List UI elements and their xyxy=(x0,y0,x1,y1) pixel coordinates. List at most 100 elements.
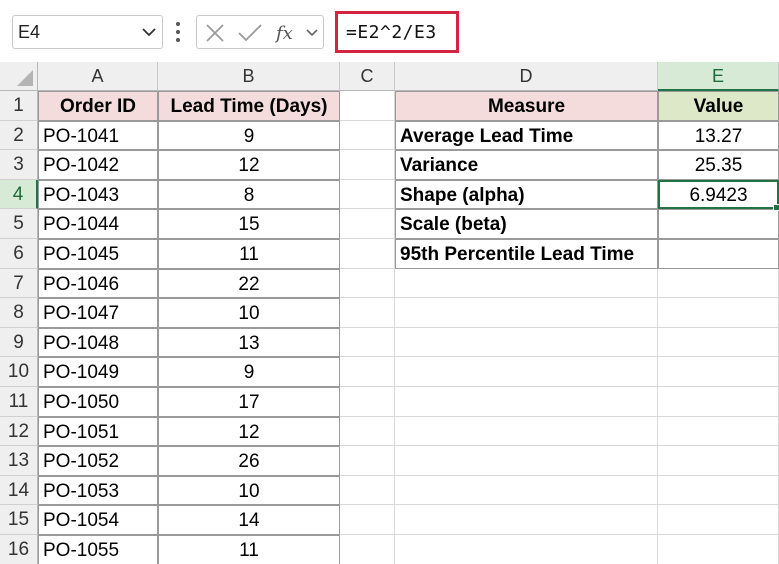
cell-b11[interactable]: 17 xyxy=(158,387,340,417)
cell-e15[interactable] xyxy=(658,505,779,535)
row-header[interactable]: 9 xyxy=(0,327,38,358)
cell-c10[interactable] xyxy=(340,357,395,387)
cell-e16[interactable] xyxy=(658,535,779,564)
cell-a12[interactable]: PO-1051 xyxy=(38,416,158,447)
formula-input[interactable]: =E2^2/E3 xyxy=(335,11,459,53)
cell-b12[interactable]: 12 xyxy=(158,416,340,447)
cell-a11[interactable]: PO-1050 xyxy=(38,387,158,417)
cell-e9[interactable] xyxy=(658,327,779,358)
cell-b5[interactable]: 15 xyxy=(158,209,340,239)
cell-d1[interactable]: Measure xyxy=(395,91,658,121)
cell-b3[interactable]: 12 xyxy=(158,150,340,180)
column-header-b[interactable]: B xyxy=(158,62,340,91)
row-header[interactable]: 16 xyxy=(0,535,38,564)
name-box[interactable]: E4 xyxy=(12,15,163,49)
row-header[interactable]: 1 xyxy=(0,91,38,121)
cell-d14[interactable] xyxy=(395,475,658,506)
cell-c16[interactable] xyxy=(340,535,395,564)
cell-c8[interactable] xyxy=(340,298,395,328)
select-all-corner[interactable] xyxy=(0,62,38,91)
function-icon[interactable]: fx xyxy=(275,23,301,43)
cell-a2[interactable]: PO-1041 xyxy=(38,120,158,151)
cell-d6[interactable]: 95th Percentile Lead Time xyxy=(395,239,658,269)
cell-d11[interactable] xyxy=(395,387,658,417)
cell-b15[interactable]: 14 xyxy=(158,505,340,535)
row-header[interactable]: 6 xyxy=(0,239,38,269)
cell-d10[interactable] xyxy=(395,357,658,387)
column-header-c[interactable]: C xyxy=(340,62,395,91)
row-header[interactable]: 10 xyxy=(0,357,38,387)
cell-a4[interactable]: PO-1043 xyxy=(38,179,158,210)
cell-b7[interactable]: 22 xyxy=(158,268,340,299)
cell-e2[interactable]: 13.27 xyxy=(658,120,779,151)
cell-c2[interactable] xyxy=(340,120,395,151)
cell-e8[interactable] xyxy=(658,298,779,328)
cell-c13[interactable] xyxy=(340,446,395,476)
row-header[interactable]: 14 xyxy=(0,475,38,506)
cell-d15[interactable] xyxy=(395,505,658,535)
cell-a13[interactable]: PO-1052 xyxy=(38,446,158,476)
cell-e10[interactable] xyxy=(658,357,779,387)
cell-a5[interactable]: PO-1044 xyxy=(38,209,158,239)
cell-d5[interactable]: Scale (beta) xyxy=(395,209,658,239)
cell-b6[interactable]: 11 xyxy=(158,239,340,269)
cell-e14[interactable] xyxy=(658,475,779,506)
cell-a1[interactable]: Order ID xyxy=(38,91,158,121)
row-header[interactable]: 8 xyxy=(0,298,38,328)
cell-d3[interactable]: Variance xyxy=(395,150,658,180)
cell-b9[interactable]: 13 xyxy=(158,327,340,358)
cell-c12[interactable] xyxy=(340,416,395,447)
cell-c1[interactable] xyxy=(340,91,395,121)
cell-d12[interactable] xyxy=(395,416,658,447)
cell-c5[interactable] xyxy=(340,209,395,239)
active-cell-e4[interactable]: 6.9423 xyxy=(658,179,779,210)
cell-a6[interactable]: PO-1045 xyxy=(38,239,158,269)
cell-d2[interactable]: Average Lead Time xyxy=(395,120,658,151)
row-header[interactable]: 15 xyxy=(0,505,38,535)
column-header-d[interactable]: D xyxy=(395,62,658,91)
enter-check-icon[interactable] xyxy=(237,23,263,43)
cell-d4[interactable]: Shape (alpha) xyxy=(395,179,658,210)
cell-b2[interactable]: 9 xyxy=(158,120,340,151)
function-dropdown-icon[interactable] xyxy=(305,23,319,43)
cell-a8[interactable]: PO-1047 xyxy=(38,298,158,328)
cell-e6[interactable] xyxy=(658,239,779,269)
cell-e13[interactable] xyxy=(658,446,779,476)
cell-d13[interactable] xyxy=(395,446,658,476)
row-header[interactable]: 3 xyxy=(0,150,38,180)
cell-e1[interactable]: Value xyxy=(658,91,779,121)
cell-b4[interactable]: 8 xyxy=(158,179,340,210)
row-header[interactable]: 7 xyxy=(0,268,38,299)
row-header[interactable]: 5 xyxy=(0,209,38,239)
cell-c3[interactable] xyxy=(340,150,395,180)
cell-d7[interactable] xyxy=(395,268,658,299)
row-header[interactable]: 2 xyxy=(0,120,38,151)
cell-a10[interactable]: PO-1049 xyxy=(38,357,158,387)
cell-a9[interactable]: PO-1048 xyxy=(38,327,158,358)
cell-d9[interactable] xyxy=(395,327,658,358)
cell-c15[interactable] xyxy=(340,505,395,535)
row-header[interactable]: 12 xyxy=(0,416,38,447)
cell-d8[interactable] xyxy=(395,298,658,328)
column-header-a[interactable]: A xyxy=(38,62,158,91)
row-header[interactable]: 13 xyxy=(0,446,38,476)
cell-c11[interactable] xyxy=(340,387,395,417)
row-header[interactable]: 11 xyxy=(0,387,38,417)
cell-d16[interactable] xyxy=(395,535,658,564)
cell-e5[interactable] xyxy=(658,209,779,239)
chevron-down-icon[interactable] xyxy=(140,22,158,42)
cell-c4[interactable] xyxy=(340,179,395,210)
cell-e11[interactable] xyxy=(658,387,779,417)
cell-c9[interactable] xyxy=(340,327,395,358)
cell-b10[interactable]: 9 xyxy=(158,357,340,387)
column-header-e[interactable]: E xyxy=(658,62,779,91)
cell-a3[interactable]: PO-1042 xyxy=(38,150,158,180)
more-vertical-icon[interactable] xyxy=(175,21,181,43)
cell-c7[interactable] xyxy=(340,268,395,299)
cell-e7[interactable] xyxy=(658,268,779,299)
fill-handle[interactable] xyxy=(773,204,779,212)
cell-a14[interactable]: PO-1053 xyxy=(38,475,158,506)
cell-b1[interactable]: Lead Time (Days) xyxy=(158,91,340,121)
cell-b16[interactable]: 11 xyxy=(158,535,340,564)
cell-b14[interactable]: 10 xyxy=(158,475,340,506)
